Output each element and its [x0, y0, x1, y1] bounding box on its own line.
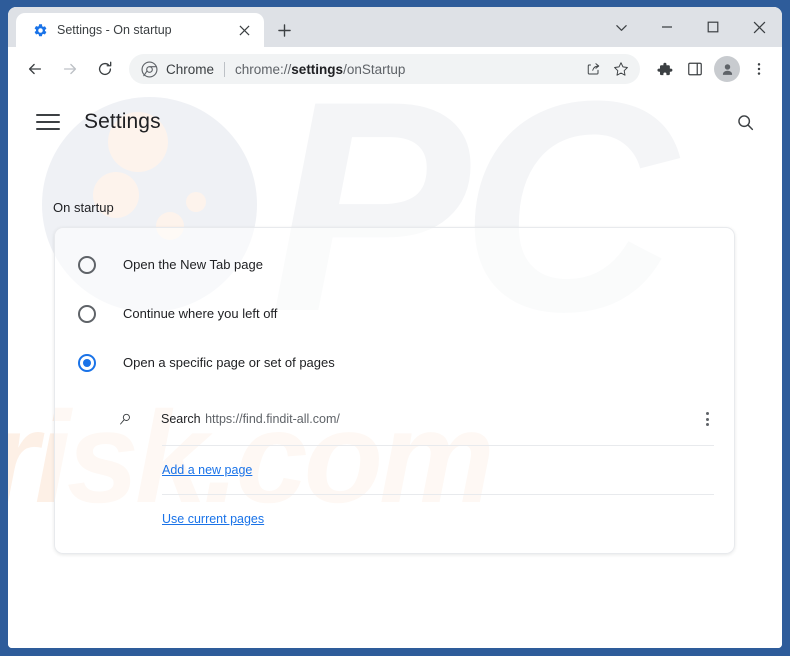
section-heading-on-startup: On startup	[53, 200, 114, 215]
startup-page-name: Search	[161, 412, 201, 426]
hamburger-menu-icon[interactable]	[36, 110, 60, 134]
browser-window: Settings - On startup Chrome chrome://se…	[8, 7, 782, 648]
gear-icon	[32, 22, 48, 38]
omnibox-url-bold: settings	[291, 61, 344, 77]
radio-button-unchecked[interactable]	[78, 304, 96, 323]
side-panel-icon[interactable]	[680, 54, 710, 84]
page-title: Settings	[84, 110, 161, 133]
browser-tab-settings[interactable]: Settings - On startup	[16, 13, 264, 47]
use-current-pages-link[interactable]: Use current pages	[162, 512, 264, 526]
bookmark-star-icon[interactable]	[608, 56, 634, 82]
on-startup-card: Open the New Tab page Continue where you…	[54, 227, 735, 554]
radio-button-checked[interactable]	[78, 353, 96, 372]
startup-page-row[interactable]: Search https://find.findit-all.com/	[55, 393, 734, 445]
radio-label: Open a specific page or set of pages	[123, 355, 335, 370]
startup-page-text: Search https://find.findit-all.com/	[161, 410, 693, 428]
forward-button[interactable]	[53, 52, 87, 86]
omnibox-url-prefix: chrome://	[235, 61, 292, 77]
close-window-icon[interactable]	[736, 9, 782, 45]
radio-option-new-tab-page[interactable]: Open the New Tab page	[55, 240, 734, 289]
omnibox-url: chrome://settings/onStartup	[235, 62, 580, 77]
tab-search-chevron-down-icon[interactable]	[598, 9, 644, 45]
add-a-new-page-link[interactable]: Add a new page	[162, 463, 252, 477]
browser-toolbar: Chrome chrome://settings/onStartup	[8, 47, 782, 92]
search-icon	[115, 409, 135, 429]
omnibox-actions	[580, 56, 634, 82]
radio-option-specific-pages[interactable]: Open a specific page or set of pages	[55, 338, 734, 387]
reload-button[interactable]	[88, 52, 122, 86]
window-controls	[598, 7, 782, 47]
add-new-page-row[interactable]: Add a new page	[55, 446, 734, 494]
settings-header: Settings	[8, 92, 782, 152]
more-actions-icon[interactable]	[693, 405, 721, 433]
chrome-logo-icon	[141, 60, 158, 78]
omnibox-url-suffix: /onStartup	[343, 61, 406, 77]
address-bar[interactable]: Chrome chrome://settings/onStartup	[129, 54, 640, 84]
share-icon[interactable]	[580, 56, 606, 82]
omnibox-chip-label: Chrome	[166, 61, 215, 77]
browser-window-frame: Settings - On startup Chrome chrome://se…	[0, 0, 790, 656]
tab-title: Settings - On startup	[57, 23, 172, 37]
omnibox-separator	[224, 61, 226, 77]
radio-label: Continue where you left off	[123, 306, 278, 321]
profile-avatar[interactable]	[714, 56, 740, 82]
maximize-icon[interactable]	[690, 9, 736, 45]
back-button[interactable]	[18, 52, 52, 86]
use-current-pages-row[interactable]: Use current pages	[55, 495, 734, 543]
radio-label: Open the New Tab page	[123, 257, 263, 272]
extensions-puzzle-icon[interactable]	[649, 54, 679, 84]
minimize-icon[interactable]	[644, 9, 690, 45]
radio-button-unchecked[interactable]	[78, 255, 96, 274]
tab-strip: Settings - On startup	[8, 7, 782, 47]
close-icon[interactable]	[234, 20, 254, 40]
radio-option-continue-where-left-off[interactable]: Continue where you left off	[55, 289, 734, 338]
settings-page: PC risk.com Settings	[8, 92, 782, 648]
new-tab-button[interactable]	[270, 16, 298, 44]
chrome-menu-icon[interactable]	[744, 54, 774, 84]
startup-page-url: https://find.findit-all.com/	[205, 412, 340, 426]
search-icon[interactable]	[730, 107, 760, 137]
